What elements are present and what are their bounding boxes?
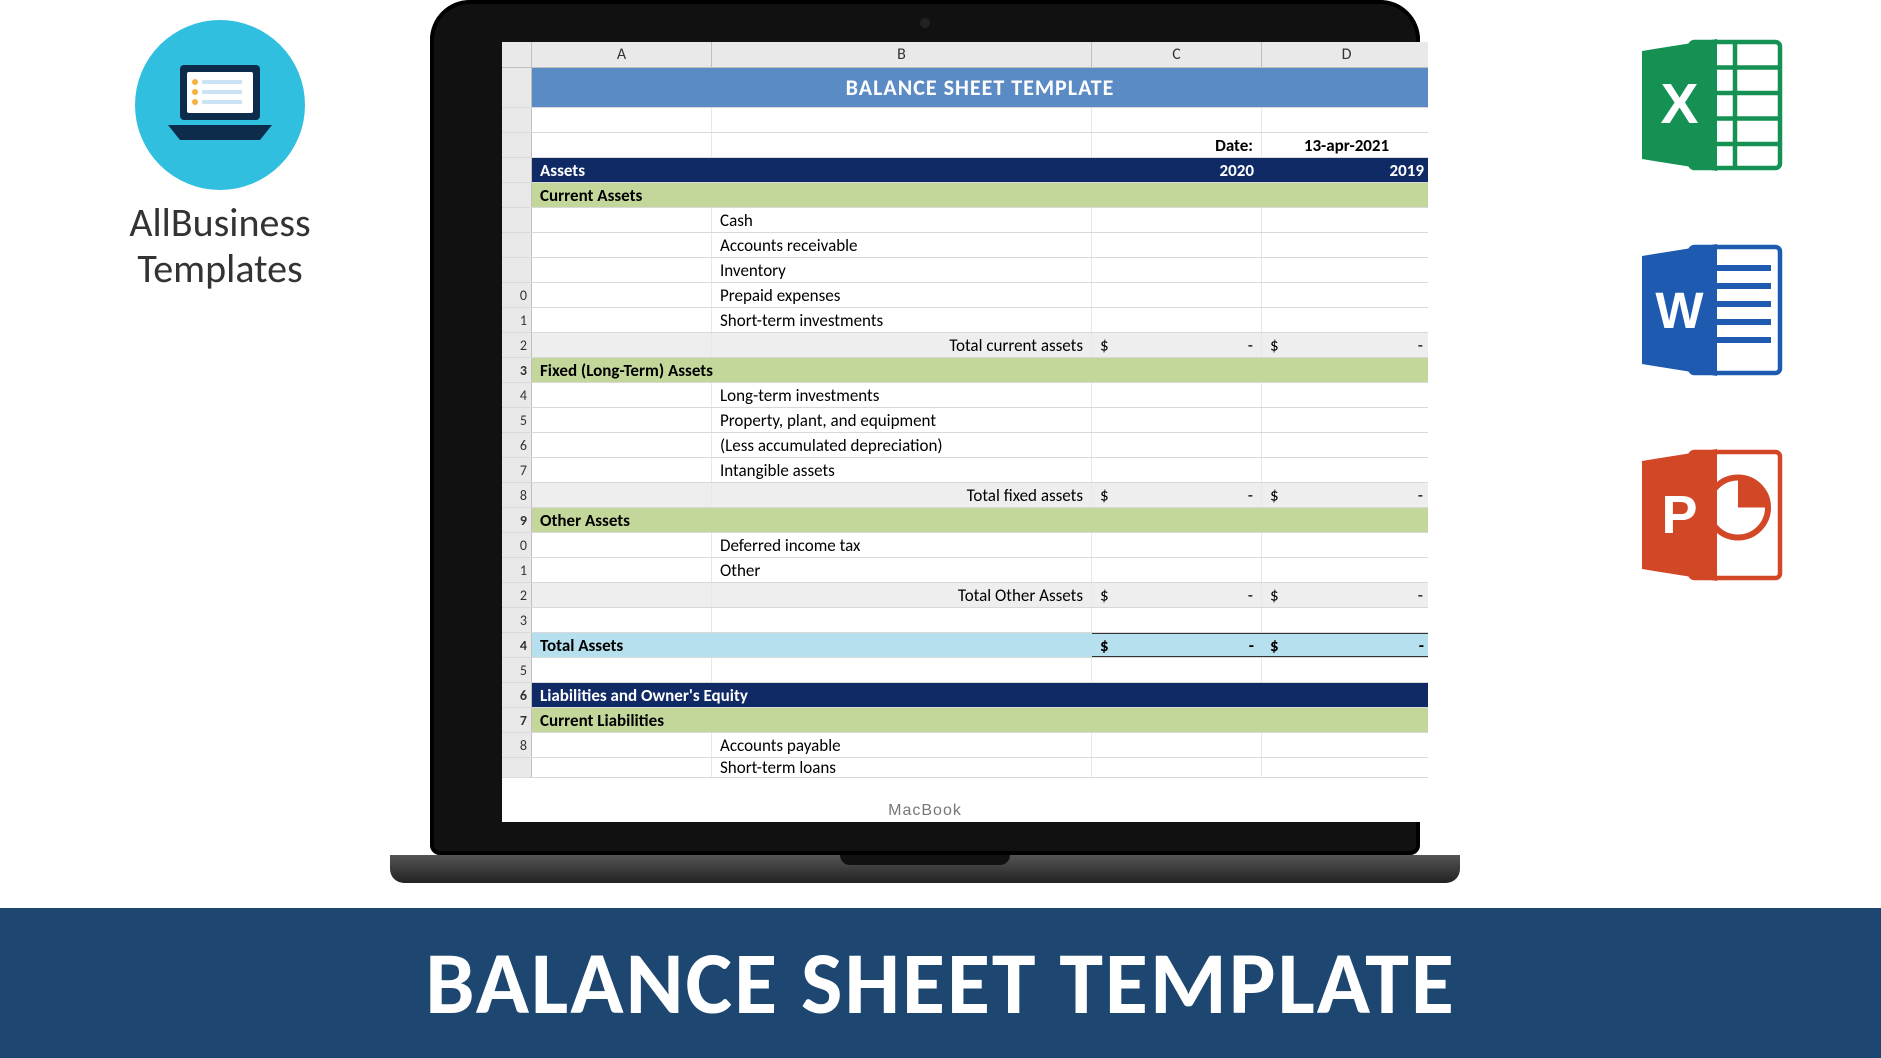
col-header-a: A xyxy=(532,42,712,67)
item-row: Cash xyxy=(502,208,1428,233)
item-row: 5Property, plant, and equipment xyxy=(502,408,1428,433)
col-header-b: B xyxy=(712,42,1092,67)
laptop-logo-icon xyxy=(160,55,280,155)
section-liabilities: 6 Liabilities and Owner's Equity xyxy=(502,683,1428,708)
date-label: Date: xyxy=(1092,133,1262,157)
item-row: 0Prepaid expenses xyxy=(502,283,1428,308)
item-row: Accounts receivable xyxy=(502,233,1428,258)
bottom-banner: BALANCE SHEET TEMPLATE xyxy=(0,908,1881,1058)
brand-logo xyxy=(135,20,305,190)
year-2020: 2020 xyxy=(1092,158,1262,182)
col-header-d: D xyxy=(1262,42,1428,67)
blank-row: 3 xyxy=(502,608,1428,633)
title-row: BALANCE SHEET TEMPLATE xyxy=(502,68,1428,108)
date-row: Date: 13-apr-2021 xyxy=(502,133,1428,158)
brand-block: AllBusiness Templates xyxy=(90,20,350,292)
sub-current-liabilities: 7 Current Liabilities xyxy=(502,708,1428,733)
item-row: 8Accounts payable xyxy=(502,733,1428,758)
total-current-assets: 2 Total current assets $- $- xyxy=(502,333,1428,358)
brand-text: AllBusiness Templates xyxy=(90,200,350,292)
total-assets: 4 Total Assets $- $- xyxy=(502,633,1428,658)
section-assets: Assets 2020 2019 xyxy=(502,158,1428,183)
powerpoint-icon: P xyxy=(1636,440,1786,590)
blank-row: 5 xyxy=(502,658,1428,683)
date-value: 13-apr-2021 xyxy=(1262,133,1428,157)
svg-text:P: P xyxy=(1661,485,1697,545)
column-headers: A B C D xyxy=(502,42,1428,68)
word-icon: W xyxy=(1636,235,1786,385)
svg-text:X: X xyxy=(1660,72,1698,136)
blank-row xyxy=(502,108,1428,133)
laptop-mockup: A B C D BALANCE SHEET TEMPLATE xyxy=(390,0,1460,915)
svg-text:W: W xyxy=(1655,282,1704,339)
sub-fixed-assets: 3 Fixed (Long-Term) Assets xyxy=(502,358,1428,383)
item-row: 1Other xyxy=(502,558,1428,583)
section-label: Assets xyxy=(532,158,712,182)
col-header-c: C xyxy=(1092,42,1262,67)
total-fixed-assets: 8 Total fixed assets $- $- xyxy=(502,483,1428,508)
sheet-title: BALANCE SHEET TEMPLATE xyxy=(532,68,1428,107)
item-row: 1Short-term investments xyxy=(502,308,1428,333)
item-row: 4Long-term investments xyxy=(502,383,1428,408)
item-row: 6(Less accumulated depreciation) xyxy=(502,433,1428,458)
laptop-label: MacBook xyxy=(430,802,1420,820)
year-2019: 2019 xyxy=(1262,158,1428,182)
total-other-assets: 2 Total Other Assets $- $- xyxy=(502,583,1428,608)
excel-icon: X xyxy=(1636,30,1786,180)
item-row: 0Deferred income tax xyxy=(502,533,1428,558)
spreadsheet-view: A B C D BALANCE SHEET TEMPLATE xyxy=(502,42,1428,822)
brand-line1: AllBusiness xyxy=(90,200,350,246)
laptop-base xyxy=(390,855,1460,883)
brand-line2: Templates xyxy=(90,246,350,292)
sub-current-assets: Current Assets xyxy=(502,183,1428,208)
item-row: 7Intangible assets xyxy=(502,458,1428,483)
item-row: Short-term loans xyxy=(502,758,1428,778)
sub-other-assets: 9 Other Assets xyxy=(502,508,1428,533)
camera-icon xyxy=(920,18,930,28)
banner-text: BALANCE SHEET TEMPLATE xyxy=(425,929,1456,1037)
app-icons: X W P xyxy=(1636,30,1786,590)
item-row: Inventory xyxy=(502,258,1428,283)
